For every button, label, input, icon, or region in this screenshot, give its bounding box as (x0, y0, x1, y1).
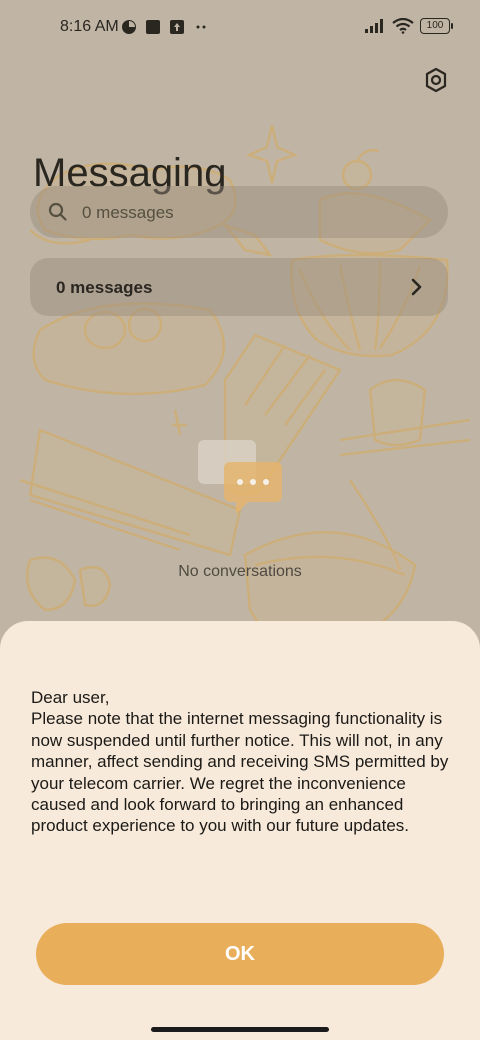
empty-state-text: No conversations (178, 563, 302, 580)
data-saver-icon (122, 20, 136, 34)
search-bar[interactable]: 0 messages (30, 186, 448, 238)
messages-category-row[interactable]: 0 messages (30, 258, 448, 316)
home-indicator[interactable] (151, 1027, 329, 1032)
square-icon (146, 20, 160, 34)
ok-button[interactable]: OK (36, 923, 444, 985)
wifi-icon (392, 18, 414, 34)
chat-bubbles-icon (198, 440, 282, 514)
status-notification-icons (121, 19, 209, 35)
notice-dialog: Dear user, Please note that the internet… (0, 621, 480, 1040)
gear-icon[interactable] (422, 66, 450, 94)
status-system-icons: 100 (364, 18, 453, 34)
messaging-screen: 8:16 AM 100 Messaging 0 messages 0 messa… (0, 0, 480, 1040)
notice-message: Dear user, Please note that the internet… (31, 688, 449, 836)
chevron-right-icon (411, 278, 422, 296)
status-bar: 8:16 AM 100 (0, 14, 480, 42)
more-dots-icon (196, 25, 206, 29)
status-time: 8:16 AM (60, 18, 119, 35)
battery-indicator: 100 (420, 18, 453, 34)
signal-icon (365, 19, 383, 33)
messages-row-label: 0 messages (56, 278, 153, 297)
search-icon (48, 202, 67, 221)
upload-icon (170, 20, 184, 34)
search-placeholder: 0 messages (82, 203, 174, 222)
